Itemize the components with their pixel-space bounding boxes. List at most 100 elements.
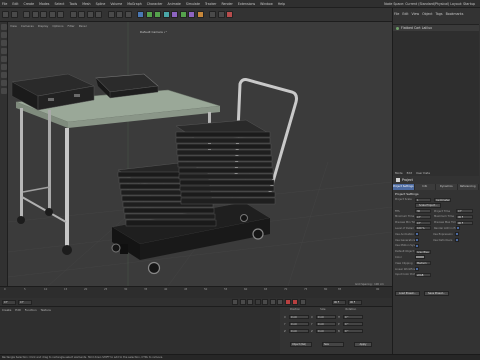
size-z-field[interactable]: 0 cm	[316, 329, 336, 333]
project-time-field[interactable]: 0 F	[456, 209, 473, 214]
save-preset-button[interactable]: Save Preset...	[423, 291, 450, 296]
obj-menu-bookmarks[interactable]: Bookmarks	[446, 12, 464, 16]
material-manager[interactable]: Create Edit Function Texture	[0, 306, 280, 354]
rotation-h-field[interactable]: 0 °	[343, 315, 363, 319]
workplane-icon[interactable]	[209, 11, 216, 18]
play-icon[interactable]	[254, 299, 261, 305]
frame-start-field[interactable]: 0 F	[2, 299, 16, 305]
render-lod-checkbox[interactable]	[456, 226, 460, 231]
menu-tracker[interactable]: Tracker	[205, 2, 217, 6]
view-clipping-select[interactable]: Medium	[415, 261, 431, 266]
edges-mode-icon[interactable]	[1, 56, 7, 62]
prev-frame-icon[interactable]	[247, 299, 253, 305]
menu-window[interactable]: Window	[260, 2, 273, 6]
menu-spline[interactable]: Spline	[96, 2, 106, 6]
snap-icon[interactable]	[217, 11, 225, 18]
go-to-end-icon[interactable]	[277, 299, 283, 305]
enable-axis-icon[interactable]	[1, 72, 7, 78]
undo-icon[interactable]	[2, 11, 9, 18]
vp-menu-options[interactable]: Options	[52, 24, 63, 28]
project-scale-unit[interactable]: Centimeters	[434, 197, 451, 202]
floor-icon[interactable]	[179, 11, 187, 18]
size-mode-select[interactable]: Size	[322, 342, 344, 347]
move-icon[interactable]	[31, 11, 39, 18]
live-selection-icon[interactable]	[23, 11, 30, 18]
color-swatch[interactable]	[415, 255, 425, 260]
texture-mode-icon[interactable]	[1, 40, 7, 46]
viewport-camera-label[interactable]: Default Camera •°	[140, 30, 167, 34]
object-row[interactable]: Flatbed Cart Lalilux	[393, 25, 479, 31]
autokey-icon[interactable]	[292, 299, 298, 305]
menu-tools[interactable]: Tools	[69, 2, 77, 6]
tab-dynamics[interactable]: Dynamics	[436, 184, 458, 190]
default-object-color-select[interactable]: Gray Blue	[415, 249, 431, 254]
input-color-profile-select[interactable]: sRGB	[415, 272, 431, 277]
vp-menu-view[interactable]: View	[10, 24, 17, 28]
rotation-b-field[interactable]: 0 °	[343, 329, 363, 333]
load-preset-button[interactable]: Load Preset...	[395, 291, 420, 296]
min-time-field[interactable]: 0 F	[415, 214, 431, 219]
fps-field[interactable]: 30	[415, 209, 431, 214]
coordinate-system-icon[interactable]	[95, 11, 102, 18]
next-key-icon[interactable]	[269, 299, 276, 305]
points-mode-icon[interactable]	[1, 48, 7, 54]
menu-select[interactable]: Select	[54, 2, 64, 6]
vp-menu-filter[interactable]: Filter	[68, 24, 75, 28]
frame-max-field[interactable]: 90 F	[348, 299, 362, 305]
attr-menu-user-data[interactable]: User Data	[416, 171, 430, 175]
make-editable-icon[interactable]	[1, 24, 7, 30]
obj-menu-file[interactable]: File	[394, 12, 399, 16]
mat-menu-texture[interactable]: Texture	[41, 308, 51, 312]
max-time-field[interactable]: 90 F	[456, 214, 473, 219]
menu-modes[interactable]: Modes	[39, 2, 49, 6]
frame-current-field[interactable]: 0 F	[18, 299, 32, 305]
menu-edit[interactable]: Edit	[12, 2, 18, 6]
coordinate-mode-select[interactable]: Object (Rel)	[290, 342, 312, 347]
size-y-field[interactable]: 0 cm	[316, 322, 336, 326]
use-deformers-checkbox[interactable]	[455, 238, 459, 243]
record-icon[interactable]	[284, 299, 291, 305]
viewport-3d[interactable]	[8, 22, 392, 286]
model-mode-icon[interactable]	[1, 32, 7, 38]
snap-toggle-icon[interactable]	[226, 11, 233, 18]
mat-menu-function[interactable]: Function	[25, 308, 37, 312]
render-settings-icon[interactable]	[124, 11, 132, 18]
y-axis-lock-icon[interactable]	[78, 11, 85, 18]
project-scale-field[interactable]: 1	[415, 197, 431, 202]
render-picture-viewer-icon[interactable]	[116, 11, 123, 18]
attr-menu-edit[interactable]: Edit	[407, 171, 412, 175]
layout-selector[interactable]: Node Space: Current (Standard/Physical) …	[384, 2, 475, 6]
cube-icon[interactable]	[137, 11, 144, 18]
mat-menu-create[interactable]: Create	[2, 308, 11, 312]
mat-menu-edit[interactable]: Edit	[15, 308, 20, 312]
use-expression-checkbox[interactable]	[455, 232, 459, 237]
go-to-start-icon[interactable]	[232, 299, 238, 305]
next-frame-icon[interactable]	[262, 299, 268, 305]
menu-mesh[interactable]: Mesh	[82, 2, 90, 6]
light-icon[interactable]	[196, 11, 204, 18]
x-axis-lock-icon[interactable]	[69, 11, 77, 18]
menu-animate[interactable]: Animate	[168, 2, 181, 6]
menu-mograph[interactable]: MoGraph	[127, 2, 141, 6]
obj-menu-tags[interactable]: Tags	[436, 12, 443, 16]
camera-icon[interactable]	[188, 11, 195, 18]
subdivision-surface-icon[interactable]	[154, 11, 161, 18]
frame-end-field[interactable]: 90 F	[332, 299, 346, 305]
menu-volume[interactable]: Volume	[110, 2, 122, 6]
obj-menu-object[interactable]: Object	[422, 12, 432, 16]
tab-project-settings[interactable]: Project Settings	[393, 184, 415, 190]
position-z-field[interactable]: 0 cm	[289, 329, 309, 333]
prev-key-icon[interactable]	[239, 299, 246, 305]
use-motion-checkbox[interactable]	[415, 243, 419, 248]
scale-project-button[interactable]: Scale Project...	[415, 202, 442, 208]
apply-button[interactable]: Apply	[354, 342, 372, 347]
rotation-p-field[interactable]: 0 °	[343, 322, 363, 326]
rotate-icon[interactable]	[48, 11, 56, 18]
tab-referencing[interactable]: Referencing	[457, 184, 479, 190]
linear-workflow-checkbox[interactable]	[415, 267, 419, 272]
obj-menu-view[interactable]: View	[412, 12, 420, 16]
position-y-field[interactable]: 0 cm	[289, 322, 309, 326]
cloner-icon[interactable]	[162, 11, 170, 18]
size-x-field[interactable]: 0 cm	[316, 315, 336, 319]
recent-tools-icon[interactable]	[57, 11, 64, 18]
